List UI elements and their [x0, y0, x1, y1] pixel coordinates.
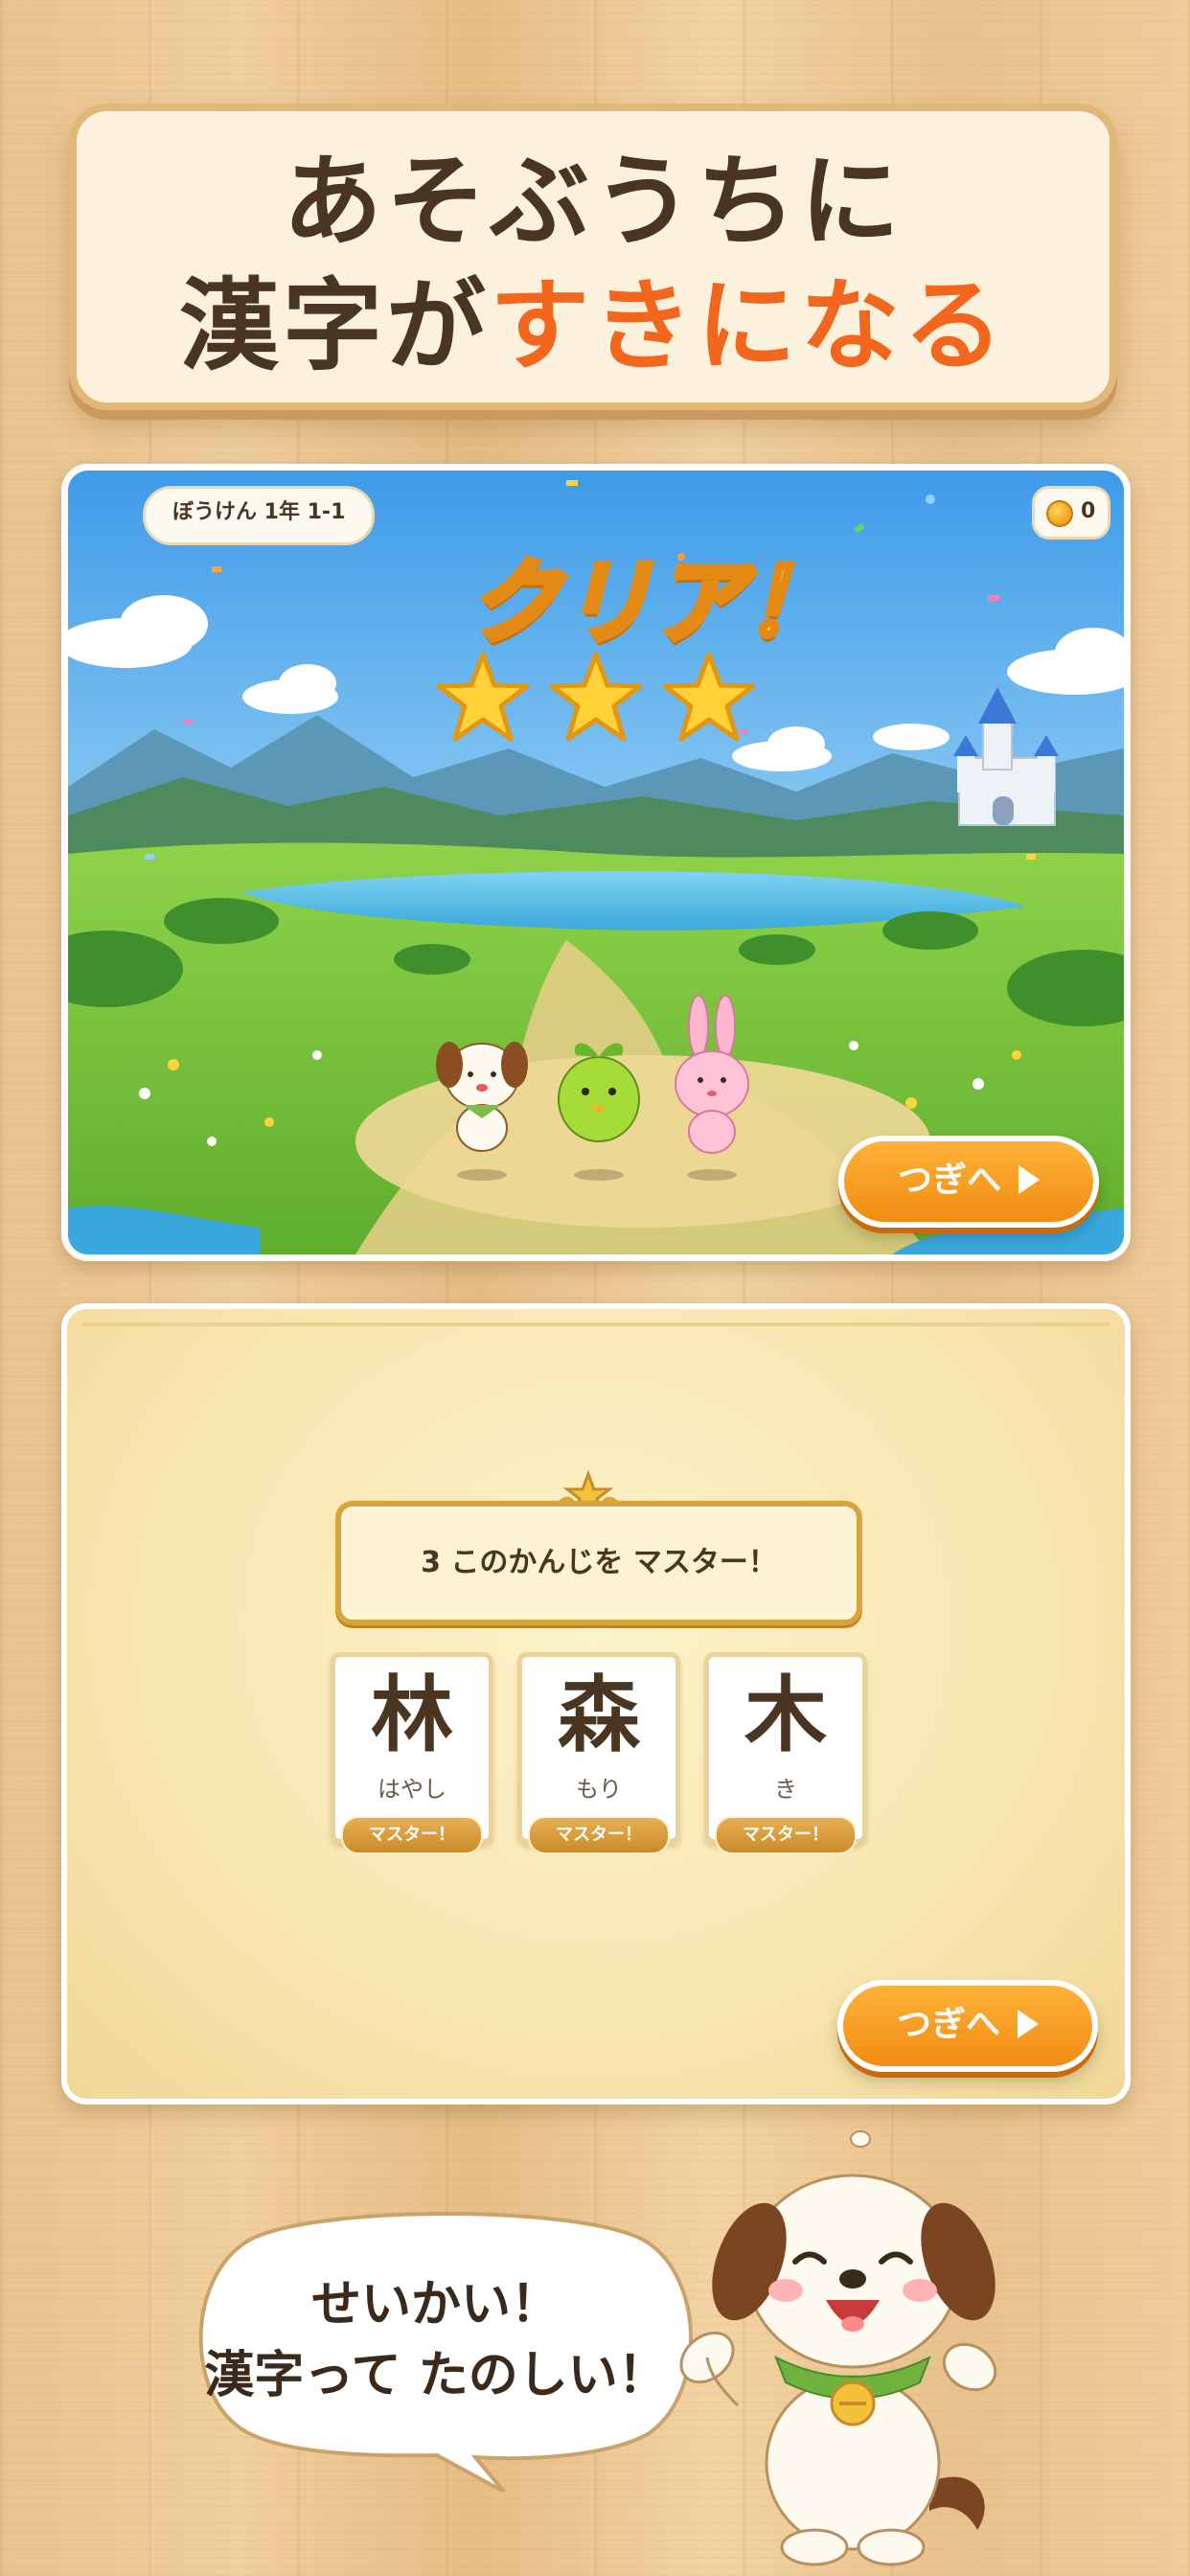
- headline-accent: すきになる: [490, 267, 1008, 384]
- stage-clear-screen: ぼうけん 1年 1-1 0 クリア！ つぎへ: [61, 464, 1131, 1261]
- next-button-label: つぎへ: [896, 2005, 1000, 2044]
- star-icon: [662, 652, 756, 742]
- mastered-badge: マスター！: [341, 1816, 483, 1854]
- star-icon: [549, 652, 643, 742]
- play-arrow-icon: [1018, 2010, 1039, 2038]
- next-button-label: つぎへ: [897, 1161, 1001, 1200]
- kanji-card: 林 はやし マスター！: [331, 1652, 493, 1854]
- kanji-reading: はやし: [378, 1776, 446, 1803]
- mastery-banner: 3 このかんじを マスター！: [335, 1501, 862, 1625]
- dog-mascot-icon: [679, 2130, 997, 2566]
- stage-label: ぼうけん 1年 1-1: [143, 486, 376, 545]
- headline-line-2: 漢字がすきになる: [77, 276, 1110, 376]
- play-arrow-icon: [1018, 1165, 1040, 1194]
- star-icon: [436, 652, 530, 742]
- speech-text-box: せいかい！ 漢字って たのしい！: [192, 2221, 680, 2461]
- speech-line-1: せいかい！: [310, 2276, 561, 2334]
- clear-title: クリア！: [466, 546, 839, 659]
- kanji-character: 森: [558, 1668, 640, 1763]
- mastered-badge: マスター！: [528, 1816, 670, 1854]
- kanji-character: 木: [744, 1668, 827, 1763]
- next-button[interactable]: つぎへ: [837, 1980, 1098, 2072]
- headline-line-1: あそぶうちに: [282, 143, 904, 260]
- headline-card: あそぶうちに 漢字がすきになる: [69, 104, 1117, 410]
- kanji-mastery-screen: 3 このかんじを マスター！ 林 はやし マスター！ 森 もり マスター！ 木 …: [61, 1303, 1131, 2104]
- coin-counter: 0: [1032, 486, 1110, 540]
- mastered-badge: マスター！: [715, 1816, 857, 1854]
- kanji-card: 木 き マスター！: [704, 1652, 867, 1854]
- kanji-reading: もり: [576, 1776, 622, 1803]
- coin-icon: [1046, 500, 1073, 527]
- headline-plain: 漢字が: [178, 267, 490, 384]
- card-divider: [82, 1322, 1110, 1326]
- next-button[interactable]: つぎへ: [838, 1136, 1099, 1228]
- kanji-card: 森 もり マスター！: [517, 1652, 680, 1854]
- speech-line-2: 漢字って たのしい！: [204, 2347, 668, 2404]
- kanji-reading: き: [774, 1776, 797, 1803]
- kanji-character: 林: [371, 1668, 453, 1763]
- coin-count: 0: [1081, 499, 1096, 523]
